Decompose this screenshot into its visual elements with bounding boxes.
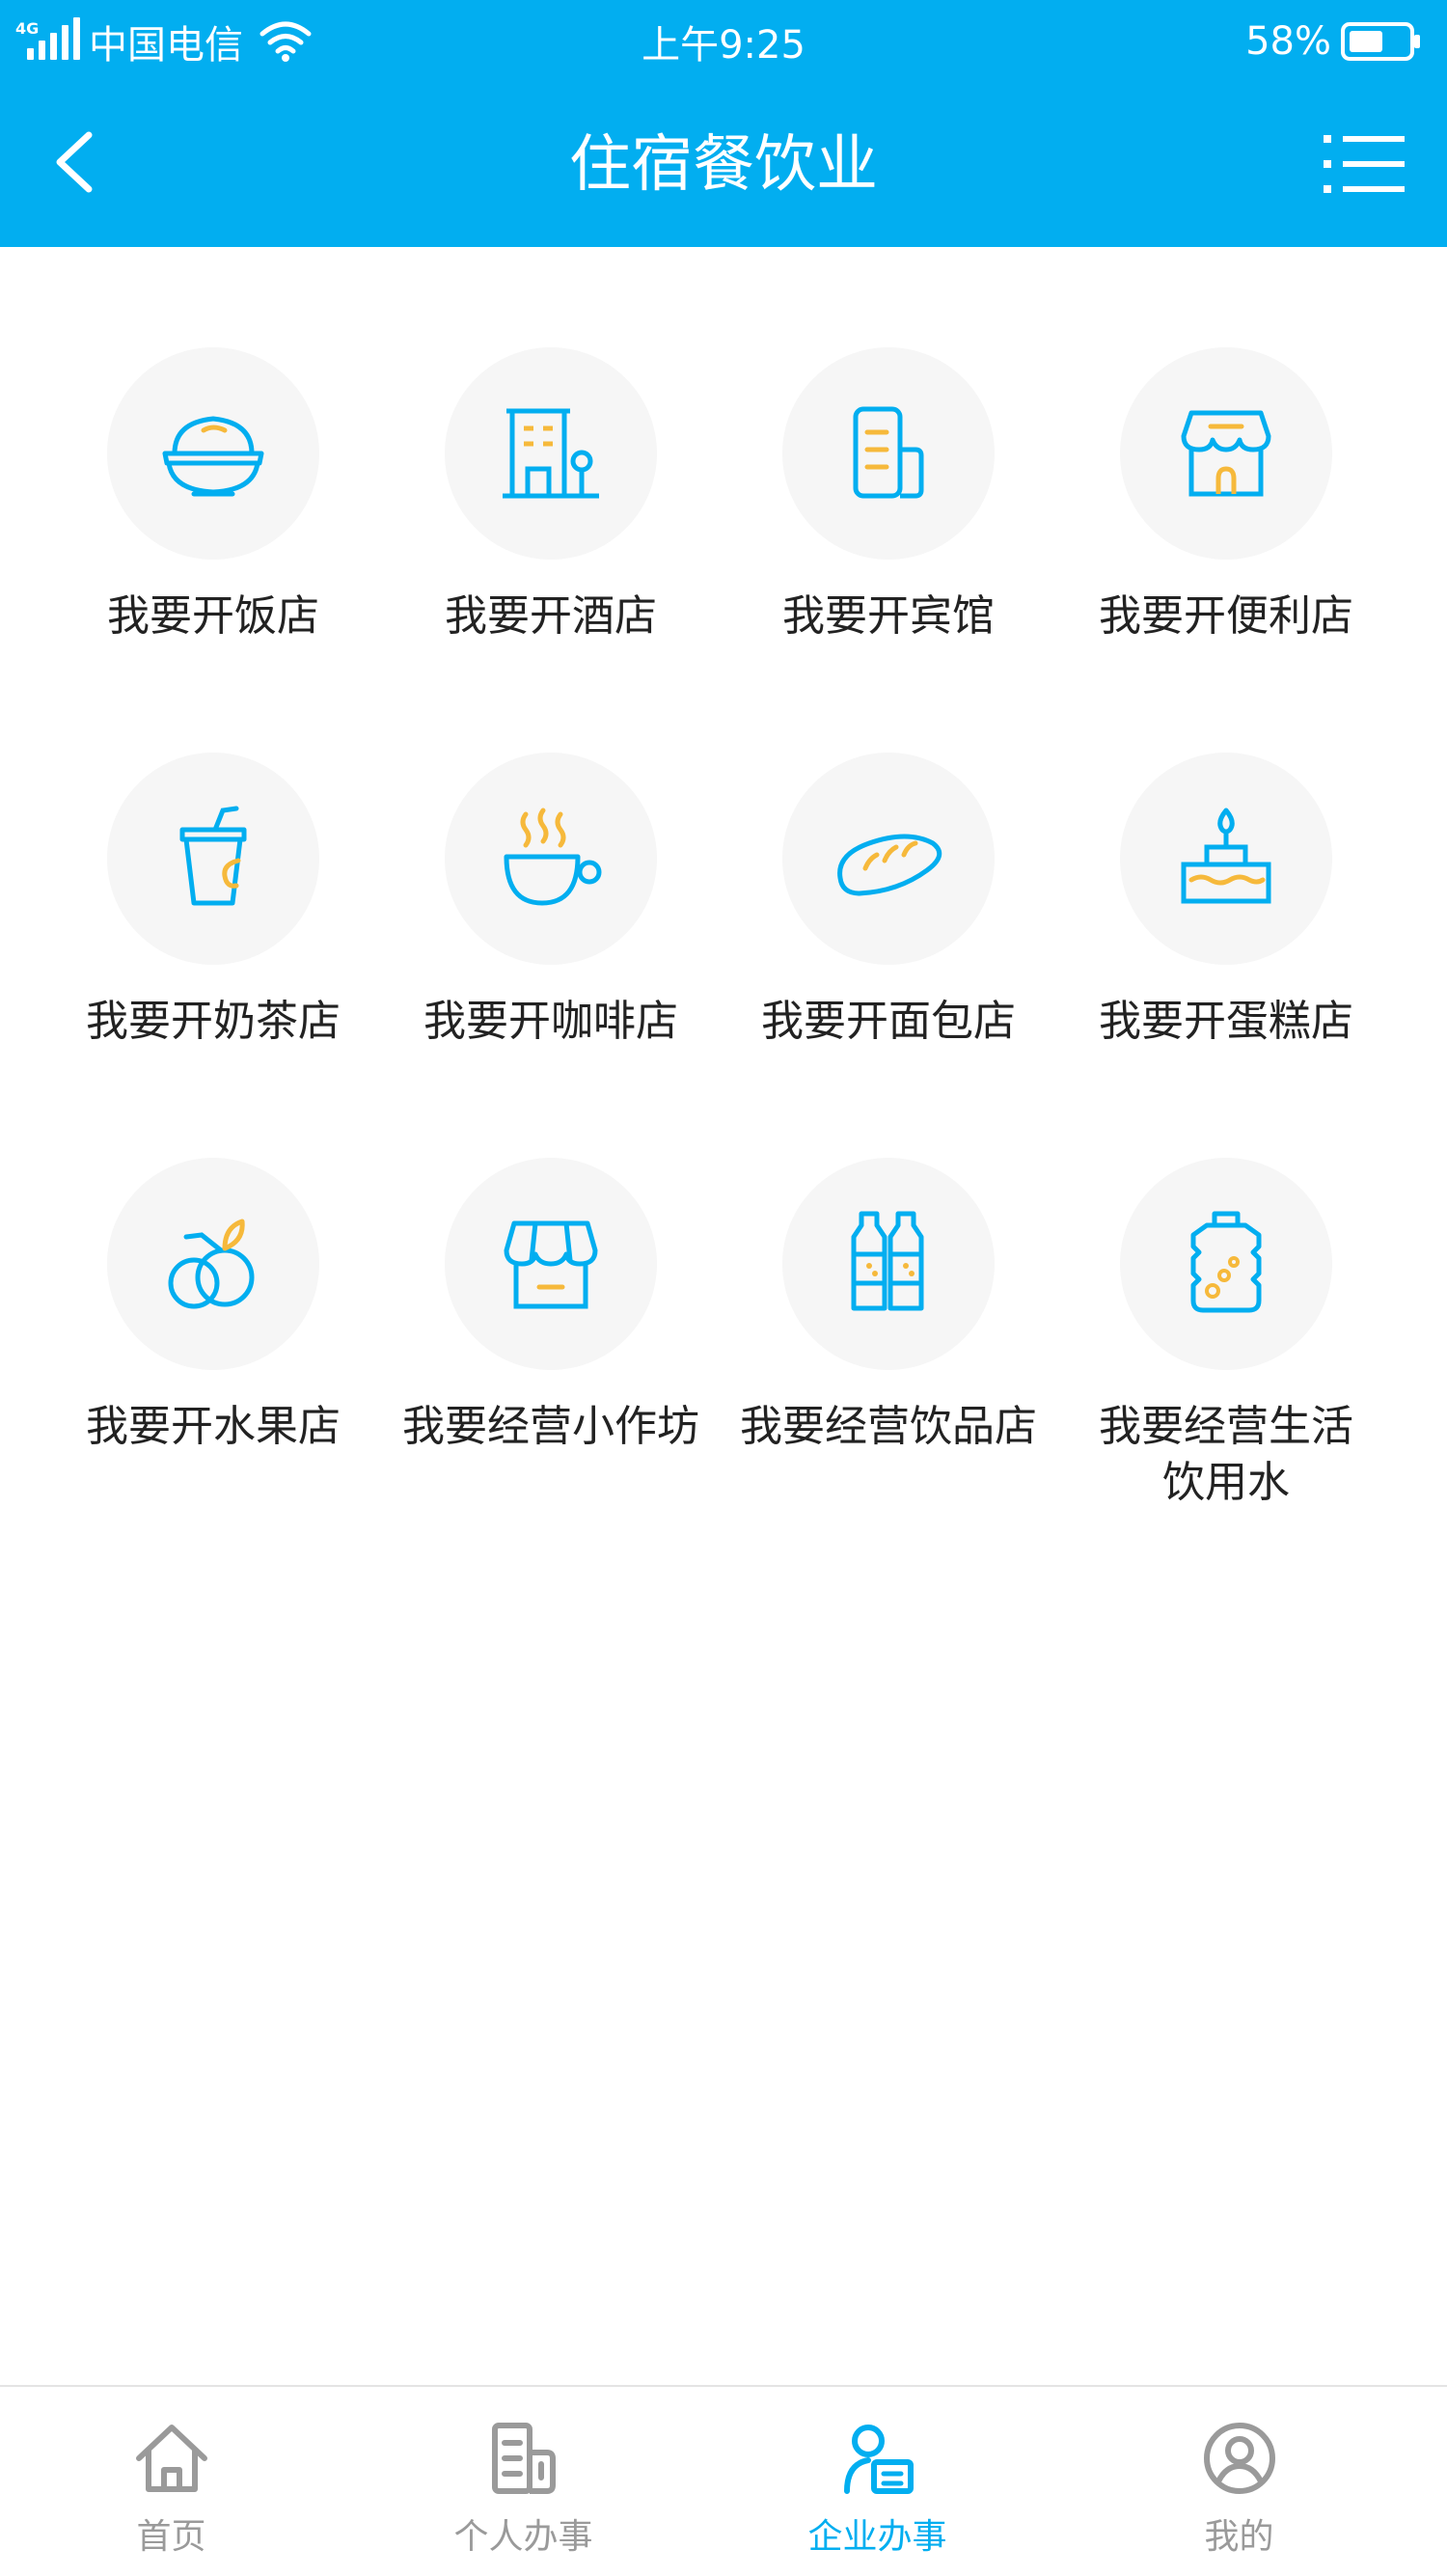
enterprise-affairs-icon <box>844 2425 914 2494</box>
service-coffee[interactable]: 我要开咖啡店 <box>382 753 720 1100</box>
service-milk-tea[interactable]: 我要开奶茶店 <box>44 753 382 1100</box>
fruit-icon <box>168 1219 255 1309</box>
service-guesthouse[interactable]: 我要开宾馆 <box>720 347 1057 695</box>
tab-label: 首页 <box>136 2517 206 2557</box>
workshop-shop-icon <box>504 1220 598 1309</box>
water-jug-icon <box>1190 1211 1262 1313</box>
service-hotel[interactable]: 我要开酒店 <box>382 347 720 695</box>
bottom-tab-bar: 首页 个人办事 企业办事 我的 <box>0 2385 1447 2576</box>
service-label: 我要开水果店 <box>86 1402 341 1451</box>
tab-label: 企业办事 <box>807 2517 947 2557</box>
icon-circle <box>782 347 995 560</box>
icon-circle <box>1120 1158 1332 1370</box>
service-label: 我要开蛋糕店 <box>1099 997 1353 1046</box>
service-label: 我要开饭店 <box>107 591 319 641</box>
icon-circle <box>445 347 657 560</box>
tab-label: 我的 <box>1204 2517 1274 2557</box>
service-drinking-water[interactable]: 我要经营生活 饮用水 <box>1057 1158 1395 1507</box>
guesthouse-icon <box>853 406 924 499</box>
cake-icon <box>1181 808 1271 904</box>
icon-circle <box>782 753 995 965</box>
rice-bowl-icon <box>162 416 264 497</box>
service-label: 我要开咖啡店 <box>423 997 678 1046</box>
service-workshop[interactable]: 我要经营小作坊 <box>382 1158 720 1505</box>
service-label: 我要开宾馆 <box>782 591 995 641</box>
service-restaurant[interactable]: 我要开饭店 <box>44 347 382 695</box>
icon-circle <box>782 1158 995 1370</box>
icon-circle <box>1120 753 1332 965</box>
tab-home[interactable]: 首页 <box>0 2387 352 2576</box>
page-title: 住宿餐饮业 <box>569 129 878 201</box>
tab-enterprise-affairs[interactable]: 企业办事 <box>696 2387 1058 2576</box>
icon-circle <box>107 1158 319 1370</box>
icon-circle <box>107 753 319 965</box>
service-fruit[interactable]: 我要开水果店 <box>44 1158 382 1505</box>
beverage-bottles-icon <box>851 1211 924 1311</box>
personal-affairs-icon <box>492 2423 556 2494</box>
battery-fill <box>1350 31 1382 52</box>
service-label: 我要开面包店 <box>761 997 1016 1046</box>
bread-icon <box>837 834 942 896</box>
tab-mine[interactable]: 我的 <box>1058 2387 1420 2576</box>
status-time: 上午9:25 <box>642 23 805 68</box>
service-label: 我要经营饮品店 <box>740 1402 1037 1451</box>
coffee-cup-icon <box>504 808 602 906</box>
battery-percent: 58% <box>1245 19 1331 64</box>
store-front-icon <box>1181 410 1271 497</box>
battery-icon <box>1341 22 1420 61</box>
service-convenience-store[interactable]: 我要开便利店 <box>1057 347 1395 695</box>
tab-label: 个人办事 <box>453 2517 593 2557</box>
hotel-building-icon <box>503 408 599 499</box>
service-label: 我要开奶茶店 <box>86 997 341 1046</box>
status-bar: 4G 中国电信 上午9:25 58% <box>0 0 1447 83</box>
user-profile-icon <box>1204 2423 1275 2494</box>
icon-circle <box>445 1158 657 1370</box>
home-icon <box>136 2425 207 2492</box>
list-menu-icon[interactable] <box>1324 133 1405 195</box>
service-beverage[interactable]: 我要经营饮品店 <box>720 1158 1057 1505</box>
milk-tea-cup-icon <box>179 806 247 906</box>
icon-circle <box>1120 347 1332 560</box>
icon-circle <box>445 753 657 965</box>
service-label: 我要开酒店 <box>445 591 657 641</box>
nav-bar: 住宿餐饮业 <box>0 83 1447 247</box>
status-right: 58% <box>1245 14 1422 69</box>
service-label: 我要开便利店 <box>1099 591 1353 641</box>
icon-circle <box>107 347 319 560</box>
service-label: 我要经营生活 饮用水 <box>1099 1402 1353 1507</box>
service-cake[interactable]: 我要开蛋糕店 <box>1057 753 1395 1100</box>
service-label: 我要经营小作坊 <box>402 1402 699 1451</box>
tab-personal-affairs[interactable]: 个人办事 <box>342 2387 704 2576</box>
service-bakery[interactable]: 我要开面包店 <box>720 753 1057 1100</box>
